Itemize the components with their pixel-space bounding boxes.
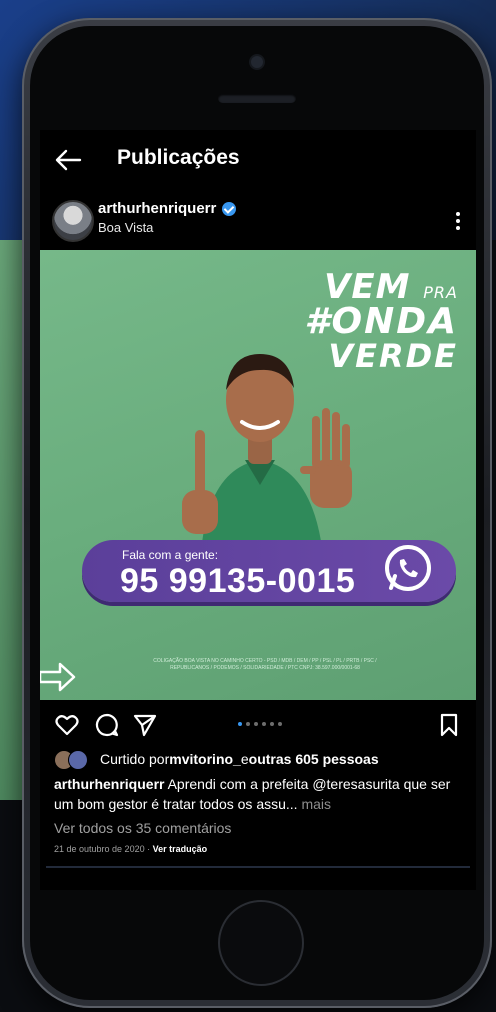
earpiece-speaker	[218, 94, 296, 103]
page-title: Publicações	[117, 146, 240, 169]
post-caption: arthurhenriquerr Aprendi com a prefeita …	[54, 774, 466, 814]
front-camera	[251, 56, 263, 68]
contact-number: 95 99135-0015	[120, 562, 356, 600]
post-username[interactable]: arthurhenriquerr	[98, 200, 216, 217]
arrow-decoration-icon	[40, 662, 76, 692]
caption-username[interactable]: arthurhenriquerr	[54, 776, 164, 792]
liked-by[interactable]: Curtido por mvitorino_ e outras 605 pess…	[54, 748, 474, 770]
carousel-dot	[254, 722, 258, 726]
app-screen: Publicações arthurhenriquerr Boa Vista V…	[40, 130, 476, 890]
top-bar: Publicações	[40, 130, 476, 190]
back-arrow-icon[interactable]	[54, 148, 82, 172]
verified-icon	[222, 201, 237, 216]
carousel-dot	[238, 722, 242, 726]
more-icon[interactable]	[455, 212, 461, 232]
liker-avatars	[54, 750, 92, 770]
other-likers[interactable]: outras 605 pessoas	[249, 751, 379, 767]
caption-more-link[interactable]: mais	[298, 796, 331, 812]
avatar[interactable]	[52, 200, 94, 242]
contact-label: Fala com a gente:	[122, 548, 219, 562]
carousel-indicator	[238, 722, 282, 726]
slogan-line1-small: PRA	[423, 283, 458, 302]
post-date-row: 21 de outubro de 2020 · Ver tradução	[54, 844, 207, 854]
first-liker[interactable]: mvitorino_	[169, 751, 241, 767]
post-image[interactable]: VEM PRA #ONDA VERDE Fala com a gente: 95…	[40, 250, 476, 700]
carousel-dot	[278, 722, 282, 726]
comment-icon[interactable]	[94, 712, 120, 738]
translate-link[interactable]: Ver tradução	[153, 844, 208, 854]
whatsapp-icon	[385, 545, 431, 591]
liked-prefix: Curtido por	[100, 751, 170, 767]
post-date: 21 de outubro de 2020 ·	[54, 844, 153, 854]
post-actions	[40, 704, 476, 744]
contact-banner: Fala com a gente: 95 99135-0015	[82, 540, 456, 602]
save-icon[interactable]	[436, 712, 462, 738]
view-comments-link[interactable]: Ver todos os 35 comentários	[54, 820, 231, 836]
liked-joiner: e	[240, 751, 249, 767]
carousel-dot	[270, 722, 274, 726]
home-button[interactable]	[218, 900, 304, 986]
post-header: arthurhenriquerr Boa Vista	[40, 198, 476, 244]
carousel-dot	[246, 722, 250, 726]
post-location[interactable]: Boa Vista	[98, 220, 153, 235]
carousel-dot	[262, 722, 266, 726]
share-icon[interactable]	[132, 712, 158, 738]
post-username-row[interactable]: arthurhenriquerr	[98, 200, 237, 217]
like-icon[interactable]	[54, 712, 80, 738]
fine-print: COLIGAÇÃO BOA VISTA NO CAMINHO CERTO - P…	[153, 658, 377, 671]
divider	[46, 866, 470, 868]
